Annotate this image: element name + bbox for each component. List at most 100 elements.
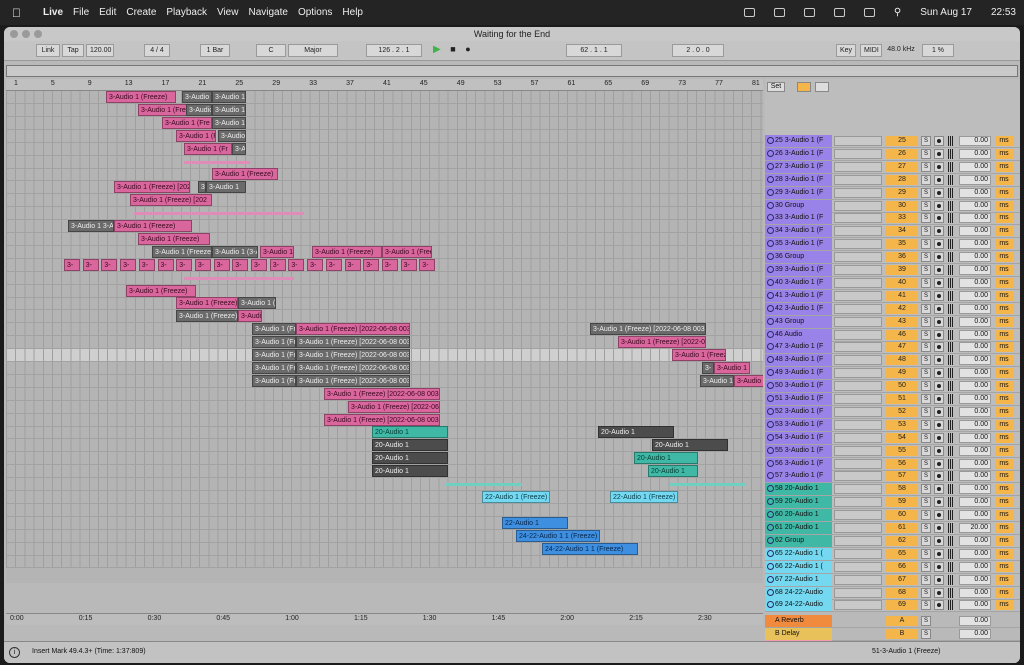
track-header[interactable]: 27 3-Audio 1 (F 27 S 0.00 ms xyxy=(765,160,1020,174)
solo-button[interactable]: S xyxy=(921,497,931,508)
track-delay-unit[interactable]: ms xyxy=(995,535,1013,546)
track-name[interactable]: 50 3-Audio 1 (F xyxy=(765,380,832,393)
track-name[interactable]: 67 22-Audio 1 xyxy=(765,573,832,586)
menu-navigate[interactable]: Navigate xyxy=(248,7,287,18)
track-play-icon[interactable] xyxy=(767,459,774,467)
track-input-field[interactable] xyxy=(834,548,882,559)
track-name[interactable]: 61 20-Audio 1 xyxy=(765,522,832,534)
track-activator[interactable]: 69 xyxy=(886,600,918,611)
arm-button[interactable] xyxy=(934,548,944,559)
arm-button[interactable] xyxy=(934,277,944,288)
track-header[interactable]: 51 3-Audio 1 (F 51 S 0.00 ms xyxy=(765,393,1020,406)
arm-button[interactable] xyxy=(934,406,944,417)
track-delay-unit[interactable]: ms xyxy=(995,355,1013,366)
track-activator[interactable]: 65 xyxy=(886,548,918,559)
track-delay-unit[interactable]: ms xyxy=(995,303,1013,314)
audio-clip[interactable]: 3- xyxy=(64,258,80,271)
solo-button[interactable]: S xyxy=(921,136,931,146)
track-input-field[interactable] xyxy=(834,497,882,508)
link-button[interactable]: Link xyxy=(36,44,60,57)
track-input-field[interactable] xyxy=(834,510,882,521)
play-button[interactable]: ▶ xyxy=(430,44,442,57)
track-activator[interactable]: 28 xyxy=(886,174,918,185)
track-volume[interactable]: 0.00 xyxy=(959,316,991,327)
solo-button[interactable]: S xyxy=(921,419,931,430)
track-volume[interactable]: 0.00 xyxy=(959,174,991,185)
arrangement-lane[interactable] xyxy=(6,516,763,530)
solo-button[interactable]: S xyxy=(921,277,931,288)
audio-clip[interactable]: 3- xyxy=(157,258,174,271)
loop-length-field[interactable]: 2 . 0 . 0 xyxy=(672,44,724,57)
time-ruler[interactable]: 0:00 0:15 0:30 0:45 1:00 1:15 1:30 1:45 2:00 2:15… xyxy=(6,613,763,625)
track-volume[interactable]: 0.00 xyxy=(959,381,991,392)
track-activator[interactable]: 58 xyxy=(886,484,918,495)
track-volume[interactable]: 0.00 xyxy=(959,226,991,237)
audio-clip[interactable]: 20-Audio 1 xyxy=(372,426,448,439)
track-header[interactable]: 65 22-Audio 1 (65 S 0.00 ms xyxy=(765,547,1020,561)
menu-create[interactable]: Create xyxy=(126,7,156,18)
solo-button[interactable]: S xyxy=(921,200,931,211)
solo-button[interactable]: S xyxy=(921,471,931,482)
audio-clip[interactable]: 3-Audio xyxy=(238,310,262,323)
audio-clip[interactable]: 3-Audio 1 xyxy=(734,374,763,387)
track-name[interactable]: 62 Group xyxy=(765,534,832,547)
arm-button[interactable] xyxy=(934,497,944,508)
track-play-icon[interactable] xyxy=(767,433,774,441)
arrangement-lane[interactable] xyxy=(6,194,763,208)
wifi-icon[interactable] xyxy=(833,8,845,17)
arm-button[interactable] xyxy=(934,445,944,456)
solo-button[interactable]: S xyxy=(921,432,931,443)
draw-mode-icon[interactable] xyxy=(797,82,811,92)
arrangement-lane[interactable] xyxy=(6,129,763,143)
arrangement-lane[interactable] xyxy=(6,155,763,169)
track-header[interactable]: 52 3-Audio 1 (F 52 S 0.00 ms xyxy=(765,405,1020,419)
audio-clip[interactable]: 3-Audio 1 (Freeze) [2022-06-08 003 xyxy=(324,413,440,426)
arrangement-position-field[interactable]: 126 . 2 . 1 xyxy=(366,44,422,57)
track-volume[interactable]: 0.00 xyxy=(959,355,991,366)
track-activator[interactable]: 41 xyxy=(886,290,918,301)
track-name[interactable]: 55 3-Audio 1 (F xyxy=(765,444,832,457)
track-delay-unit[interactable]: ms xyxy=(995,239,1013,250)
track-name[interactable]: 36 Group xyxy=(765,251,832,264)
arm-button[interactable] xyxy=(934,239,944,250)
audio-clip[interactable]: 22-Audio 1 (Freeze) xyxy=(610,490,678,503)
audio-clip[interactable]: 20-Audio 1 xyxy=(598,426,674,439)
arm-button[interactable] xyxy=(934,136,944,146)
track-play-icon[interactable] xyxy=(767,562,774,570)
track-volume[interactable]: 0.00 xyxy=(959,497,991,508)
track-header[interactable]: 58 20-Audio 1 58 S 0.00 ms xyxy=(765,483,1020,497)
audio-clip[interactable]: 3- xyxy=(213,258,230,271)
track-activator[interactable]: 68 xyxy=(886,587,918,598)
track-delay-unit[interactable]: ms xyxy=(995,316,1013,327)
track-header[interactable]: 28 3-Audio 1 (F 28 S 0.00 ms xyxy=(765,173,1020,187)
solo-button[interactable]: S xyxy=(921,329,931,340)
arm-button[interactable] xyxy=(934,187,944,198)
lock-icon[interactable] xyxy=(815,82,829,92)
solo-button[interactable]: S xyxy=(921,587,931,598)
track-name[interactable]: 35 3-Audio 1 (F xyxy=(765,238,832,251)
track-delay-unit[interactable]: ms xyxy=(995,136,1013,146)
arrangement-lane[interactable] xyxy=(6,310,763,324)
arm-button[interactable] xyxy=(934,574,944,585)
track-input-field[interactable] xyxy=(834,535,882,546)
track-play-icon[interactable] xyxy=(767,382,774,390)
track-name[interactable]: 30 Group xyxy=(765,199,832,212)
track-name[interactable]: 26 3-Audio 1 (F xyxy=(765,147,832,160)
arrangement-lane[interactable] xyxy=(6,271,763,285)
track-header[interactable]: 68 24-22-Audio 68 S 0.00 ms xyxy=(765,586,1020,600)
solo-button[interactable]: S xyxy=(921,561,931,572)
track-activator[interactable]: 67 xyxy=(886,574,918,585)
solo-button[interactable]: S xyxy=(921,239,931,250)
audio-clip[interactable]: 3- xyxy=(251,258,267,271)
track-play-icon[interactable] xyxy=(767,485,774,493)
track-header[interactable]: 67 22-Audio 1 67 S 0.00 ms xyxy=(765,573,1020,587)
track-volume[interactable]: 0.00 xyxy=(959,187,991,198)
track-name[interactable]: 68 24-22-Audio xyxy=(765,586,832,599)
audio-clip[interactable]: 3- xyxy=(363,258,380,271)
arm-button[interactable] xyxy=(934,213,944,224)
track-header[interactable]: 29 3-Audio 1 (F 29 S 0.00 ms xyxy=(765,186,1020,200)
track-input-field[interactable] xyxy=(834,148,882,159)
audio-clip[interactable]: 3-Audio 1 (Fr xyxy=(176,129,216,142)
audio-clip[interactable]: 3-Audio 1 xyxy=(212,116,246,129)
audio-clip[interactable]: 3-Audio 1 xyxy=(206,181,246,194)
